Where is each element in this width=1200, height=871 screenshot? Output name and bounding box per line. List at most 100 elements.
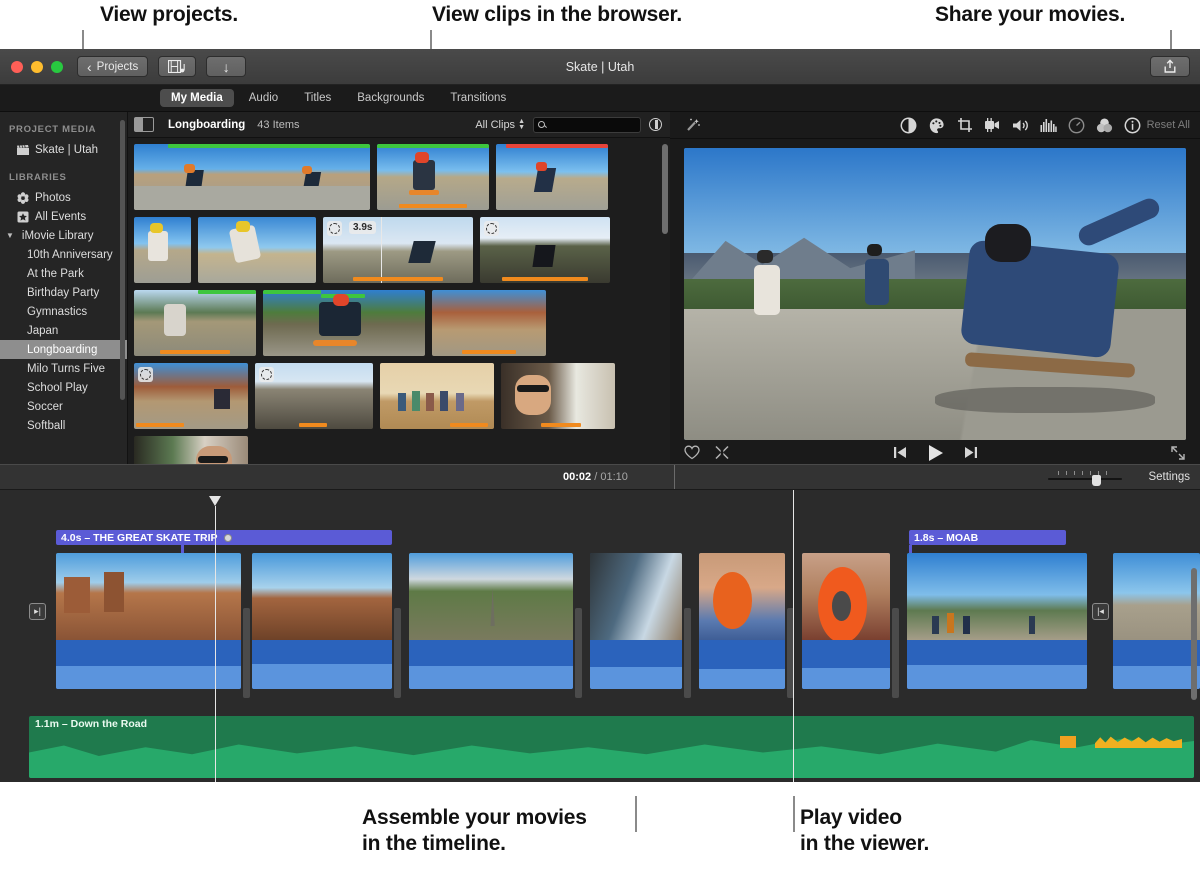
browser-scrollbar[interactable] xyxy=(662,144,668,234)
sidebar-item-birthday-party[interactable]: Birthday Party xyxy=(0,283,127,302)
helmet xyxy=(536,162,547,171)
playhead-handle[interactable] xyxy=(209,496,221,506)
share-button[interactable] xyxy=(1150,56,1190,77)
favorite-bar xyxy=(377,144,489,148)
list-item[interactable] xyxy=(134,290,256,356)
sidebar-item-gymnastics[interactable]: Gymnastics xyxy=(0,302,127,321)
stabilization-icon xyxy=(327,221,342,236)
sidebar-item-milo-turns-five[interactable]: Milo Turns Five xyxy=(0,359,127,378)
zoom-knob[interactable] xyxy=(1092,475,1101,486)
sidebar-item-imovie-library[interactable]: ▼ iMovie Library xyxy=(0,226,127,245)
timeline-clip[interactable] xyxy=(907,553,1087,689)
skip-previous-icon[interactable] xyxy=(893,446,907,464)
color-balance-icon[interactable] xyxy=(895,117,923,134)
viewer-toolbar: Reset All xyxy=(670,112,1200,139)
skater-body xyxy=(148,231,168,261)
sidebar-item-longboarding[interactable]: Longboarding xyxy=(0,340,127,359)
list-item[interactable] xyxy=(198,217,316,283)
projects-button[interactable]: ‹ Projects xyxy=(77,56,148,77)
list-item[interactable] xyxy=(134,217,191,283)
timeline-clip[interactable] xyxy=(699,553,785,689)
import-media-button[interactable] xyxy=(158,56,196,77)
timeline-clip[interactable] xyxy=(409,553,573,689)
clip-trim-handle[interactable] xyxy=(243,608,250,698)
title-clip-handle[interactable] xyxy=(224,534,232,542)
timeline[interactable]: 4.0s – THE GREAT SKATE TRIP 1.8s – MOAB … xyxy=(0,490,1200,782)
sidebar-item-soccer[interactable]: Soccer xyxy=(0,397,127,416)
crop-icon[interactable] xyxy=(951,117,979,133)
tab-audio[interactable]: Audio xyxy=(238,89,289,107)
tab-backgrounds[interactable]: Backgrounds xyxy=(346,89,435,107)
tab-titles[interactable]: Titles xyxy=(293,89,342,107)
current-time: 00:02 xyxy=(563,471,591,483)
list-item[interactable] xyxy=(380,363,494,429)
search-input[interactable] xyxy=(533,117,641,133)
volume-icon[interactable] xyxy=(1007,118,1035,133)
skater-distant-1 xyxy=(754,265,780,315)
sidebar-item-at-the-park[interactable]: At the Park xyxy=(0,264,127,283)
reset-all-button[interactable]: Reset All xyxy=(1147,119,1190,131)
timeline-settings-button[interactable]: Settings xyxy=(1148,471,1190,483)
list-item[interactable] xyxy=(496,144,608,210)
stabilization-icon[interactable] xyxy=(979,118,1007,132)
list-item[interactable] xyxy=(134,363,248,429)
tab-transitions[interactable]: Transitions xyxy=(439,89,517,107)
timeline-clip[interactable] xyxy=(252,553,392,689)
clip-start-marker[interactable]: ▸| xyxy=(29,603,46,620)
clip-end-marker[interactable]: |◂ xyxy=(1092,603,1109,620)
sidebar-item-school-play[interactable]: School Play xyxy=(0,378,127,397)
skateboard xyxy=(313,340,357,346)
video-preview[interactable] xyxy=(684,148,1186,440)
download-button[interactable]: ↓ xyxy=(206,56,246,77)
clip-trim-handle[interactable] xyxy=(684,608,691,698)
timeline-clip[interactable] xyxy=(1113,553,1200,689)
timeline-clip[interactable] xyxy=(802,553,890,689)
sidebar-toggle-icon[interactable] xyxy=(134,117,154,132)
timeline-playhead[interactable] xyxy=(215,506,216,782)
sidebar-item-japan[interactable]: Japan xyxy=(0,321,127,340)
list-item[interactable] xyxy=(134,144,370,210)
skater-figure xyxy=(534,168,556,192)
sidebar-item-all-events[interactable]: All Events xyxy=(0,207,127,226)
audio-equalizer-icon[interactable] xyxy=(1035,118,1063,132)
list-item[interactable] xyxy=(501,363,615,429)
list-item[interactable] xyxy=(480,217,610,283)
clip-trim-handle[interactable] xyxy=(892,608,899,698)
color-correction-icon[interactable] xyxy=(923,117,951,134)
clip-trim-handle[interactable] xyxy=(575,608,582,698)
sidebar-scrollbar[interactable] xyxy=(120,120,125,400)
info-icon[interactable] xyxy=(1119,117,1147,134)
sidebar-item-skate-utah[interactable]: Skate | Utah xyxy=(0,140,127,159)
list-item[interactable] xyxy=(255,363,373,429)
sidebar-item-photos[interactable]: Photos xyxy=(0,188,127,207)
clip-filter-dropdown[interactable]: All Clips ▲▼ xyxy=(475,119,525,131)
tab-my-media[interactable]: My Media xyxy=(160,89,234,107)
zoom-slider[interactable] xyxy=(1048,471,1122,480)
list-item[interactable] xyxy=(432,290,546,356)
title-clip[interactable]: 1.8s – MOAB xyxy=(909,530,1066,545)
browser-settings-gear-icon[interactable] xyxy=(649,118,662,131)
skater-figure xyxy=(214,389,230,409)
filters-icon[interactable] xyxy=(1091,118,1119,133)
sidebar-item-10th-anniversary[interactable]: 10th Anniversary xyxy=(0,245,127,264)
title-clip[interactable]: 4.0s – THE GREAT SKATE TRIP xyxy=(56,530,392,545)
list-item[interactable] xyxy=(377,144,489,210)
minimize-icon[interactable] xyxy=(31,61,43,73)
clip-thumbnail xyxy=(252,553,392,640)
timeline-vertical-scrollbar[interactable] xyxy=(1191,568,1197,700)
stabilization-icon xyxy=(259,367,274,382)
list-item[interactable] xyxy=(263,290,425,356)
close-icon[interactable] xyxy=(11,61,23,73)
sidebar-item-softball[interactable]: Softball xyxy=(0,416,127,435)
maximize-icon[interactable] xyxy=(51,61,63,73)
disclosure-triangle-icon[interactable]: ▼ xyxy=(6,231,14,240)
skip-next-icon[interactable] xyxy=(964,446,978,464)
clip-trim-handle[interactable] xyxy=(394,608,401,698)
skater-distant-2 xyxy=(865,259,889,305)
audio-clip[interactable]: 1.1m – Down the Road xyxy=(29,716,1194,778)
list-item[interactable]: 3.9s xyxy=(323,217,473,283)
timeline-clip[interactable] xyxy=(56,553,241,689)
speed-icon[interactable] xyxy=(1063,117,1091,134)
magic-wand-icon[interactable] xyxy=(678,117,706,133)
timeline-clip[interactable] xyxy=(590,553,682,689)
